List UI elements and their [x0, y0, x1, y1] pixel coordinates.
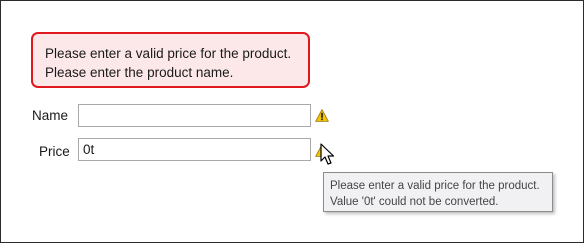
- price-input[interactable]: [78, 138, 311, 161]
- window-frame: Please enter a valid price for the produ…: [0, 0, 584, 243]
- tooltip-line-price-error: Please enter a valid price for the produ…: [330, 180, 540, 192]
- name-label: Name: [32, 108, 69, 123]
- price-label: Price: [39, 144, 70, 159]
- error-tooltip: Please enter a valid price for the produ…: [323, 172, 553, 212]
- name-warning-icon[interactable]: [315, 109, 329, 122]
- tooltip-line-conversion-error: Value '0t' could not be converted.: [330, 196, 499, 208]
- validation-error-name: Please enter the product name.: [45, 65, 234, 80]
- arrow-cursor-icon: [320, 143, 335, 165]
- name-input[interactable]: [78, 104, 311, 127]
- validation-summary: Please enter a valid price for the produ…: [31, 32, 310, 88]
- validation-error-price: Please enter a valid price for the produ…: [45, 46, 292, 61]
